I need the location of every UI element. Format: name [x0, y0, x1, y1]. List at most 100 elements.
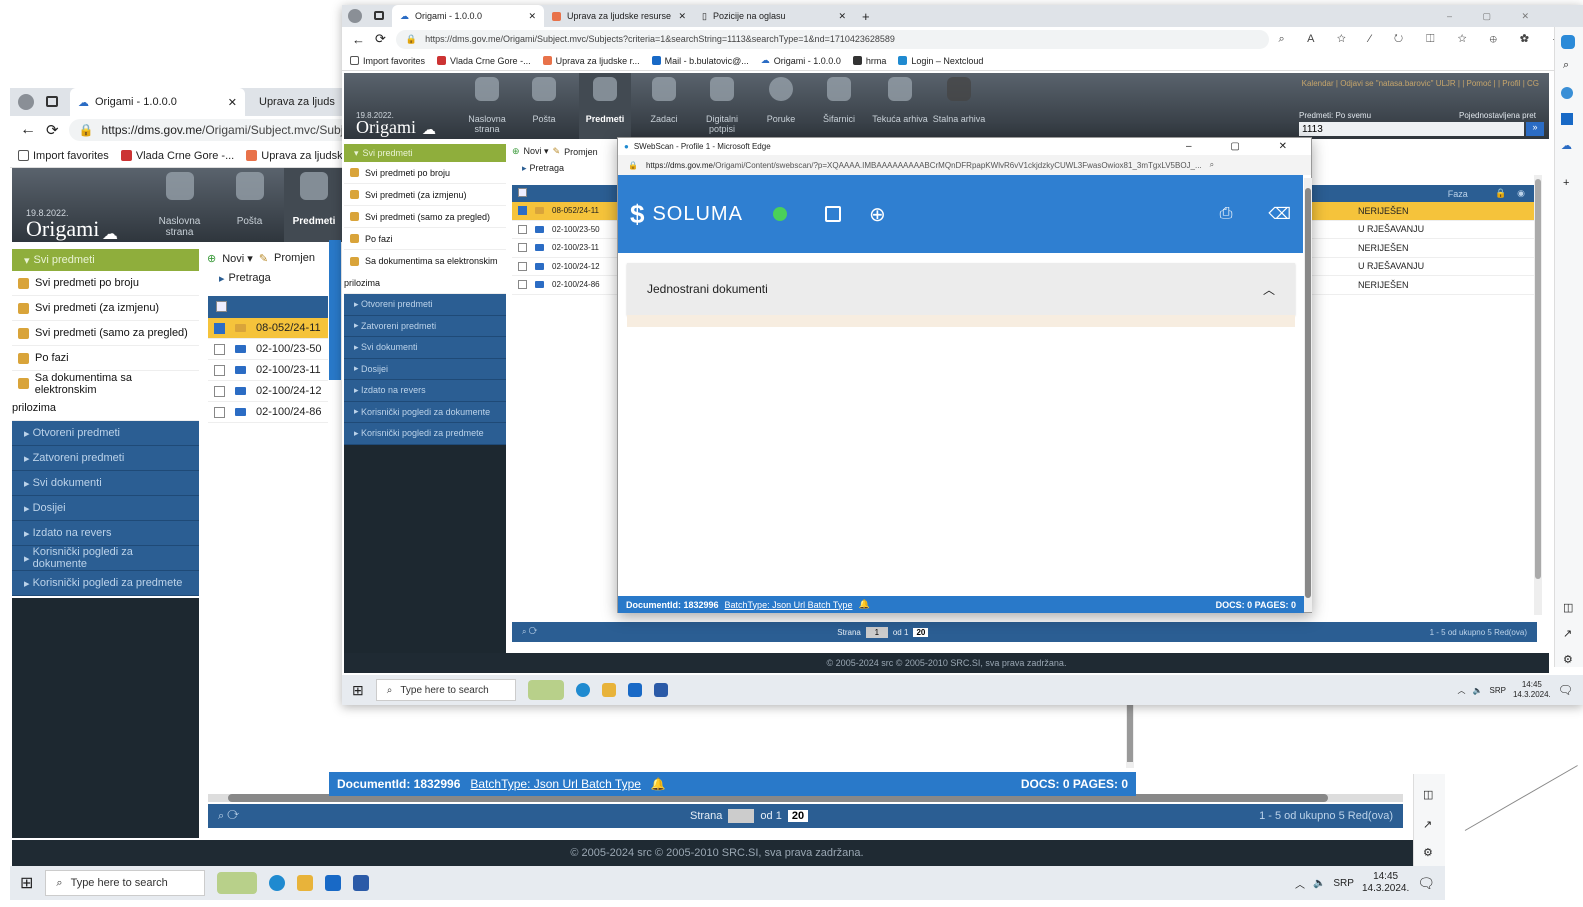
close-tab-icon[interactable]: ✕	[228, 96, 237, 109]
word-icon[interactable]	[353, 875, 370, 891]
favorite-item[interactable]: Import favorites	[350, 56, 425, 66]
task-view-icon[interactable]	[217, 872, 258, 894]
front-grid-scrollbar[interactable]	[1534, 175, 1542, 615]
search-icon[interactable]: ⌕ ⟳	[218, 810, 239, 823]
sidebar-item[interactable]: Svi predmeti (za izmjenu)	[12, 296, 199, 321]
sidebar-item[interactable]: Svi predmeti po broju	[12, 271, 199, 296]
page-input[interactable]: 1	[865, 626, 888, 638]
sidebar-item[interactable]: Svi predmeti (za izmjenu)	[344, 184, 506, 206]
row-checkbox[interactable]	[214, 343, 225, 355]
sidebar-item[interactable]: Po fazi	[12, 346, 199, 371]
nav-poruke[interactable]: Poruke	[756, 73, 806, 139]
table-row[interactable]: 02-100/23-11	[512, 239, 617, 258]
row-checkbox[interactable]	[518, 243, 527, 253]
favorite-item[interactable]: hrma	[852, 56, 886, 66]
split-icon[interactable]: ◫	[1423, 788, 1433, 801]
sidebar-section[interactable]: ▸ Izdato na revers	[12, 521, 199, 546]
sidebar-item[interactable]: Svi predmeti po broju	[344, 162, 506, 184]
nav-predmeti[interactable]: Predmeti	[284, 168, 344, 242]
favorite-item[interactable]: ☁ Origami - 1.0.0.0	[761, 55, 841, 66]
sidebar-section[interactable]: ▸ Korisnički pogledi za predmete	[12, 571, 199, 596]
table-row[interactable]: 02-100/23-50	[512, 221, 617, 239]
accordion-jednostrani[interactable]: Jednostrani dokumenti ︿	[627, 263, 1295, 315]
nav-naslovna[interactable]: Naslovna strana	[152, 168, 207, 242]
scanner-icon[interactable]: ⎙	[1220, 205, 1233, 223]
front-tab-origami[interactable]: ☁ Origami - 1.0.0.0 ✕	[392, 5, 544, 27]
row-checkbox[interactable]	[214, 406, 225, 418]
nav-zadaci[interactable]: Zadaci	[639, 73, 689, 139]
nav-naslovna[interactable]: Naslovna strana	[462, 73, 512, 139]
outlook-icon[interactable]	[627, 683, 642, 697]
popup-window-controls[interactable]: – ▢ ✕	[1186, 141, 1305, 152]
search-go-button[interactable]: »	[1526, 122, 1544, 136]
nav-posta[interactable]: Pošta	[222, 168, 277, 242]
volume-icon[interactable]: 🔈	[1473, 686, 1483, 695]
word-icon[interactable]	[653, 683, 668, 697]
per-page-select[interactable]: 20	[787, 810, 809, 822]
batch-type-link[interactable]: BatchType: Json Url Batch Type	[470, 777, 641, 791]
taskbar-search[interactable]: ⌕ Type here to search	[375, 679, 516, 701]
sidebar-section[interactable]: ▸ Dosijei	[344, 358, 506, 380]
novi-button[interactable]: Novi ▾	[222, 252, 253, 265]
table-row[interactable]: 02-100/24-86	[208, 402, 328, 423]
search-icon[interactable]: ⌕	[1563, 59, 1569, 72]
favorite-item[interactable]: Vlada Crne Gore -...	[437, 56, 531, 66]
extension-icon[interactable]	[1561, 87, 1573, 99]
favorite-item[interactable]: Uprava za ljudske r...	[542, 56, 640, 66]
nav-stalna-arhiva[interactable]: Stalna arhiva	[930, 73, 988, 139]
sidebar-item[interactable]: Po fazi	[344, 228, 506, 250]
edge-icon[interactable]	[269, 875, 286, 891]
sidebar-section[interactable]: ▸ Korisnički pogledi za predmete	[344, 423, 506, 445]
edge-icon[interactable]	[575, 683, 590, 697]
front-tab-uprava[interactable]: Uprava za ljudske resurse ✕	[544, 5, 694, 27]
sidebar-section[interactable]: ▸ Korisnički pogledi za dokumente	[344, 401, 506, 423]
document-icon[interactable]	[824, 206, 841, 222]
pretraga-toggle[interactable]: Pretraga	[530, 163, 565, 173]
sidebar-item[interactable]: Sa dokumentima sa elektronskim	[344, 250, 506, 272]
sidebar-item[interactable]: Sa dokumentima sa elektronskim	[12, 371, 199, 396]
close-tab-icon[interactable]: ✕	[838, 11, 846, 22]
favorite-item[interactable]: Mail - b.bulatovic@...	[651, 56, 749, 66]
notification-icon[interactable]: 🗨	[1417, 875, 1435, 892]
row-checkbox[interactable]	[214, 385, 225, 397]
sidebar-section[interactable]: ▸ Otvoreni predmeti	[344, 294, 506, 316]
sidebar-item-cont[interactable]: prilozima	[12, 396, 199, 421]
copilot-icon[interactable]	[1561, 35, 1575, 49]
profile-icon[interactable]	[18, 94, 34, 110]
back-tab-uprava[interactable]: Uprava za ljudsk	[245, 88, 335, 116]
select-all-checkbox[interactable]	[518, 188, 527, 197]
close-tab-icon[interactable]: ✕	[528, 11, 536, 22]
back-popup-scrollbar[interactable]	[1126, 700, 1134, 768]
grid-column-icons[interactable]: 🔒 ◉	[1495, 188, 1529, 199]
settings-icon[interactable]: ⚙	[1423, 846, 1433, 859]
tab-actions-icon[interactable]	[374, 11, 384, 20]
promjeni-button[interactable]: Promjen	[274, 252, 315, 264]
table-row[interactable]: 08-052/24-11	[208, 318, 328, 339]
top-links[interactable]: Kalendar | Odjavi se "natasa.barovic" UL…	[1299, 79, 1539, 88]
sidebar-item[interactable]: Svi predmeti (samo za pregled)	[12, 321, 199, 346]
front-tab-pozicije[interactable]: ▯ Pozicije na oglasu ✕	[694, 5, 854, 27]
window-controls[interactable]: – ▢ ✕	[1447, 11, 1583, 22]
row-checkbox[interactable]	[518, 224, 527, 234]
popup-scrollbar[interactable]	[1304, 178, 1312, 612]
eraser-icon[interactable]: ⌫	[1268, 204, 1291, 224]
table-row[interactable]: 08-052/24-11	[512, 202, 617, 221]
table-row[interactable]: 02-100/24-12	[512, 258, 617, 276]
nav-posta[interactable]: Pošta	[519, 73, 569, 139]
pretraga-toggle[interactable]: Pretraga	[229, 272, 271, 284]
sidebar-section[interactable]: ▸ Otvoreni predmeti	[12, 421, 199, 446]
table-row[interactable]: 02-100/23-11	[208, 360, 328, 381]
cloud-icon[interactable]: ☁	[1561, 139, 1572, 152]
outlook-icon[interactable]	[325, 875, 342, 891]
row-checkbox[interactable]	[214, 364, 225, 376]
zoom-icon[interactable]: ⌕	[1210, 160, 1214, 170]
back-tab-origami[interactable]: ☁ Origami - 1.0.0.0 ✕	[70, 88, 245, 116]
sidebar-section[interactable]: ▸ Korisnički pogledi za dokumente	[12, 546, 199, 571]
refresh-icon[interactable]: ⟳	[46, 121, 59, 139]
outlook-icon[interactable]	[1561, 113, 1573, 125]
sidebar-item[interactable]: Svi predmeti (samo za pregled)	[344, 206, 506, 228]
sidebar-section[interactable]: ▸ Zatvoreni predmeti	[12, 446, 199, 471]
external-link-icon[interactable]: ↗	[1563, 627, 1572, 640]
per-page-select[interactable]: 20	[913, 627, 929, 637]
select-all-checkbox[interactable]	[216, 301, 227, 312]
